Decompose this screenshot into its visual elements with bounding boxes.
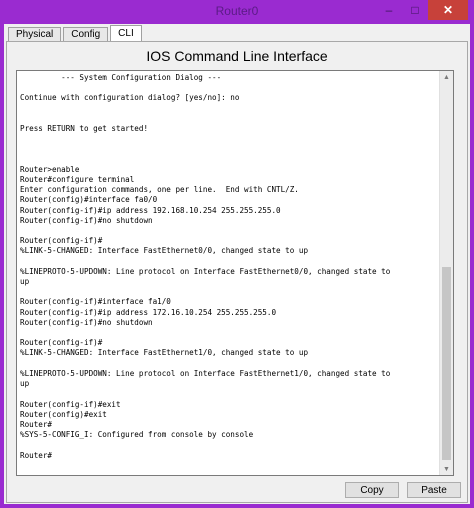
tab-cli[interactable]: CLI	[110, 25, 142, 42]
paste-button[interactable]: Paste	[407, 482, 461, 498]
cli-panel: IOS Command Line Interface --- System Co…	[6, 41, 468, 503]
minimize-icon: –	[385, 3, 393, 17]
close-button[interactable]: ✕	[428, 0, 468, 20]
close-icon: ✕	[442, 3, 454, 17]
console-output[interactable]: --- System Configuration Dialog --- Cont…	[20, 73, 438, 461]
tab-bar: Physical Config CLI	[8, 25, 144, 42]
scroll-up-arrow-icon[interactable]: ▲	[440, 71, 453, 83]
tab-config[interactable]: Config	[63, 27, 109, 42]
cli-console[interactable]: --- System Configuration Dialog --- Cont…	[16, 70, 454, 476]
window-client-area: Physical Config CLI IOS Command Line Int…	[4, 24, 470, 504]
maximize-button[interactable]: □	[402, 0, 428, 20]
maximize-icon: □	[411, 3, 419, 17]
window-titlebar[interactable]: Router0 – □ ✕	[0, 0, 474, 24]
minimize-button[interactable]: –	[376, 0, 402, 20]
panel-title: IOS Command Line Interface	[146, 48, 328, 64]
console-scrollbar[interactable]: ▲ ▼	[439, 71, 453, 475]
copy-button[interactable]: Copy	[345, 482, 399, 498]
window-controls: – □ ✕	[376, 0, 468, 20]
tab-physical[interactable]: Physical	[8, 27, 62, 42]
scroll-down-arrow-icon[interactable]: ▼	[440, 463, 453, 475]
scroll-thumb[interactable]	[442, 267, 451, 460]
